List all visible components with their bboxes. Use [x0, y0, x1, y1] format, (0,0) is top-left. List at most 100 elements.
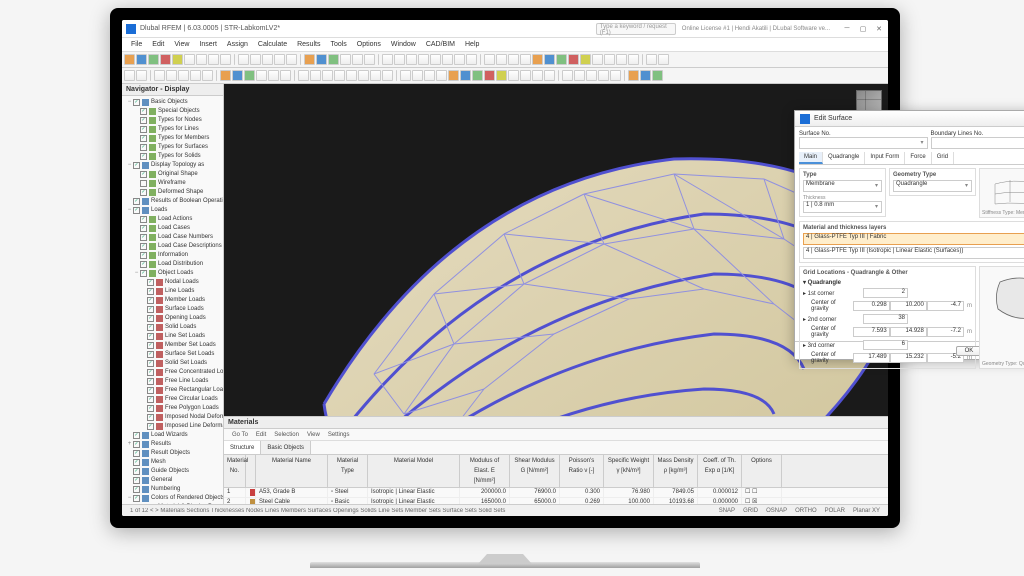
close-button[interactable]: ✕ [874, 24, 884, 34]
toolbar-button[interactable] [160, 54, 171, 65]
toolbar-button[interactable] [640, 70, 651, 81]
tree-node[interactable]: ✓Types for Solids [123, 152, 222, 161]
tree-node[interactable]: ✓Imposed Line Deformations [123, 422, 222, 431]
tree-node[interactable]: ✓Mesh [123, 458, 222, 467]
geom-select[interactable]: Quadrangle [893, 180, 972, 192]
tree-node[interactable]: ✓Free Polygon Loads [123, 404, 222, 413]
toolbar-button[interactable] [532, 70, 543, 81]
col-header[interactable]: Material Model [368, 455, 460, 487]
col-header[interactable]: Specific Weight γ [kN/m³] [604, 455, 654, 487]
navigator-tree[interactable]: −✓Basic Objects✓Special Objects✓Types fo… [122, 96, 223, 516]
menu-calculate[interactable]: Calculate [253, 38, 292, 51]
toolbar-button[interactable] [532, 54, 543, 65]
toolbar-button[interactable] [580, 54, 591, 65]
col-header[interactable]: Mass Density ρ [kg/m³] [654, 455, 698, 487]
tree-node[interactable]: ✓Load Case Descriptions [123, 242, 222, 251]
tree-node[interactable]: ✓Load Case Numbers [123, 233, 222, 242]
col-header[interactable]: Shear Modulus G [N/mm²] [510, 455, 560, 487]
tree-node[interactable]: ✓Line Set Loads [123, 332, 222, 341]
tree-node[interactable]: ✓Types for Lines [123, 125, 222, 134]
tree-node[interactable]: ✓Information [123, 251, 222, 260]
toolbar-button[interactable] [406, 54, 417, 65]
toolbar-button[interactable] [460, 70, 471, 81]
col-header[interactable]: Options [742, 455, 782, 487]
toolbar-button[interactable] [124, 70, 135, 81]
toolbar-button[interactable] [448, 70, 459, 81]
menu-results[interactable]: Results [292, 38, 325, 51]
toolbar-button[interactable] [178, 70, 189, 81]
toolbar-button[interactable] [616, 54, 627, 65]
tree-node[interactable]: ✓General [123, 476, 222, 485]
tree-node[interactable]: ✓Result Objects [123, 449, 222, 458]
dialog-tab[interactable]: Quadrangle [823, 152, 865, 164]
toolbar-button[interactable] [442, 54, 453, 65]
toolbar-button[interactable] [232, 70, 243, 81]
mat-menu-item[interactable]: Go To [228, 429, 252, 440]
mat-menu-item[interactable]: Edit [252, 429, 270, 440]
toolbar-button[interactable] [624, 70, 625, 81]
tree-node[interactable]: ✓Member Loads [123, 296, 222, 305]
boundary-lines-field[interactable] [931, 137, 1024, 149]
toolbar-button[interactable] [316, 54, 327, 65]
maximize-button[interactable]: ▢ [858, 24, 868, 34]
col-header[interactable]: Modulus of Elast. E [N/mm²] [460, 455, 510, 487]
menu-assign[interactable]: Assign [222, 38, 253, 51]
toolbar-button[interactable] [148, 54, 159, 65]
toolbar-button[interactable] [544, 70, 555, 81]
toolbar-button[interactable] [286, 54, 297, 65]
tree-node[interactable]: ✓Load Distribution [123, 260, 222, 269]
toolbar-button[interactable] [430, 54, 441, 65]
toolbar-button[interactable] [298, 70, 309, 81]
toolbar-button[interactable] [646, 54, 657, 65]
mat-menu-item[interactable]: View [303, 429, 324, 440]
toolbar-button[interactable] [628, 54, 639, 65]
toolbar-button[interactable] [472, 70, 483, 81]
dialog-tab[interactable]: Force [905, 152, 931, 164]
polar-toggle[interactable]: POLAR [821, 508, 849, 514]
tree-node[interactable]: ✓Guide Objects [123, 467, 222, 476]
toolbar-button[interactable] [150, 70, 151, 81]
toolbar-button[interactable] [520, 70, 531, 81]
toolbar-button[interactable] [220, 70, 231, 81]
tree-node[interactable]: ✓Member Set Loads [123, 341, 222, 350]
col-header[interactable]: Material No. [224, 455, 246, 487]
toolbar-button[interactable] [184, 54, 195, 65]
menu-cadbim[interactable]: CAD/BIM [421, 38, 460, 51]
toolbar-button[interactable] [322, 70, 333, 81]
menu-tools[interactable]: Tools [325, 38, 351, 51]
tree-node[interactable]: ✓Free Line Loads [123, 377, 222, 386]
toolbar-button[interactable] [262, 54, 273, 65]
tree-node[interactable]: ✓Solid Loads [123, 323, 222, 332]
toolbar-button[interactable] [592, 54, 603, 65]
tree-node[interactable]: ✓Original Shape [123, 170, 222, 179]
toolbar-button[interactable] [574, 70, 585, 81]
toolbar-button[interactable] [496, 70, 507, 81]
tree-node[interactable]: ✓Numbering [123, 485, 222, 494]
tree-node[interactable]: ✓Imposed Nodal Deformations [123, 413, 222, 422]
toolbar-button[interactable] [300, 54, 301, 65]
toolbar-button[interactable] [480, 54, 481, 65]
toolbar-button[interactable] [238, 54, 249, 65]
search-input[interactable]: Type a keyword / request (F1) [596, 23, 676, 35]
toolbar-button[interactable] [658, 54, 669, 65]
tree-node[interactable]: ✓Results of Boolean Operations [123, 197, 222, 206]
toolbar-button[interactable] [268, 70, 279, 81]
menu-options[interactable]: Options [352, 38, 386, 51]
tree-node[interactable]: ✓Free Rectangular Loads [123, 386, 222, 395]
toolbar-button[interactable] [484, 54, 495, 65]
toolbar-button[interactable] [382, 70, 393, 81]
toolbar-button[interactable] [652, 70, 663, 81]
surface-no-field[interactable] [799, 137, 928, 149]
tab-structure[interactable]: Structure [224, 441, 261, 454]
toolbar-button[interactable] [220, 54, 231, 65]
toolbar-button[interactable] [418, 54, 429, 65]
toolbar-button[interactable] [216, 70, 217, 81]
tree-node[interactable]: Wireframe [123, 179, 222, 188]
mat-menu-item[interactable]: Selection [270, 429, 303, 440]
toolbar-button[interactable] [568, 54, 579, 65]
toolbar-button[interactable] [166, 70, 177, 81]
dialog-tab[interactable]: Grid [932, 152, 954, 164]
menu-insert[interactable]: Insert [194, 38, 222, 51]
tree-node[interactable]: ✓Line Loads [123, 287, 222, 296]
toolbar-button[interactable] [196, 54, 207, 65]
